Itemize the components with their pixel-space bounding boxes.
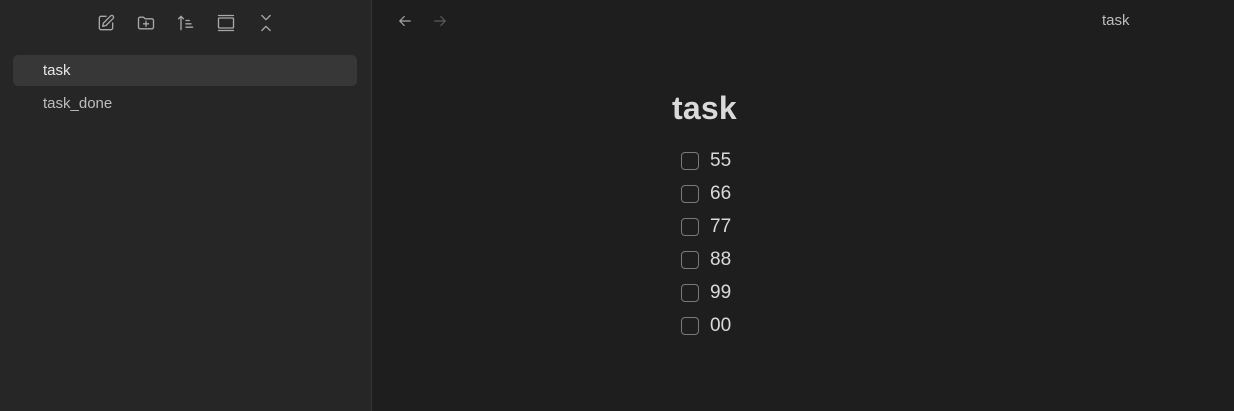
- file-explorer-sidebar: task task_done: [0, 0, 372, 411]
- collapse-icon: [260, 14, 271, 32]
- task-item: 00: [681, 309, 972, 342]
- task-text: 88: [710, 248, 732, 270]
- layout-icon: [217, 14, 234, 32]
- task-checkbox[interactable]: [681, 217, 699, 236]
- file-list: task task_done: [0, 46, 371, 119]
- task-text: 66: [710, 182, 732, 204]
- task-item: 99: [681, 276, 972, 309]
- forward-button[interactable]: [429, 10, 451, 32]
- layout-button[interactable]: [214, 11, 238, 35]
- new-folder-button[interactable]: [134, 11, 158, 35]
- task-text: 99: [710, 281, 732, 303]
- back-button[interactable]: [394, 10, 416, 32]
- task-text: 00: [710, 314, 732, 336]
- editor-header: task: [372, 0, 1234, 42]
- task-text: 77: [710, 215, 732, 237]
- task-list: 55 66 77 88 99 00: [672, 144, 972, 342]
- editor-pane: task task 55 66 77 88 99 00: [372, 0, 1234, 411]
- note-content: task 55 66 77 88 99 00: [672, 86, 972, 342]
- task-checkbox[interactable]: [681, 151, 699, 170]
- task-checkbox[interactable]: [681, 283, 699, 302]
- sort-icon: [177, 15, 193, 31]
- note-tab-title: task: [1102, 12, 1130, 29]
- task-item: 66: [681, 177, 972, 210]
- note-title: task: [672, 90, 737, 126]
- arrow-left-icon: [399, 15, 411, 27]
- task-item: 88: [681, 243, 972, 276]
- collapse-all-button[interactable]: [254, 11, 278, 35]
- new-note-button[interactable]: [94, 11, 118, 35]
- file-item-task-done[interactable]: task_done: [13, 88, 357, 119]
- task-item: 55: [681, 144, 972, 177]
- task-checkbox[interactable]: [681, 184, 699, 203]
- arrow-right-icon: [434, 15, 446, 27]
- task-item: 77: [681, 210, 972, 243]
- task-checkbox[interactable]: [681, 316, 699, 335]
- sidebar-toolbar: [0, 0, 371, 46]
- task-checkbox[interactable]: [681, 250, 699, 269]
- new-folder-icon: [137, 16, 154, 30]
- sort-button[interactable]: [174, 11, 198, 35]
- new-note-icon: [98, 14, 114, 31]
- file-item-task[interactable]: task: [13, 55, 357, 86]
- task-text: 55: [710, 149, 732, 171]
- app-window: task task_done task task 55 66 77 88 99 …: [0, 0, 1234, 411]
